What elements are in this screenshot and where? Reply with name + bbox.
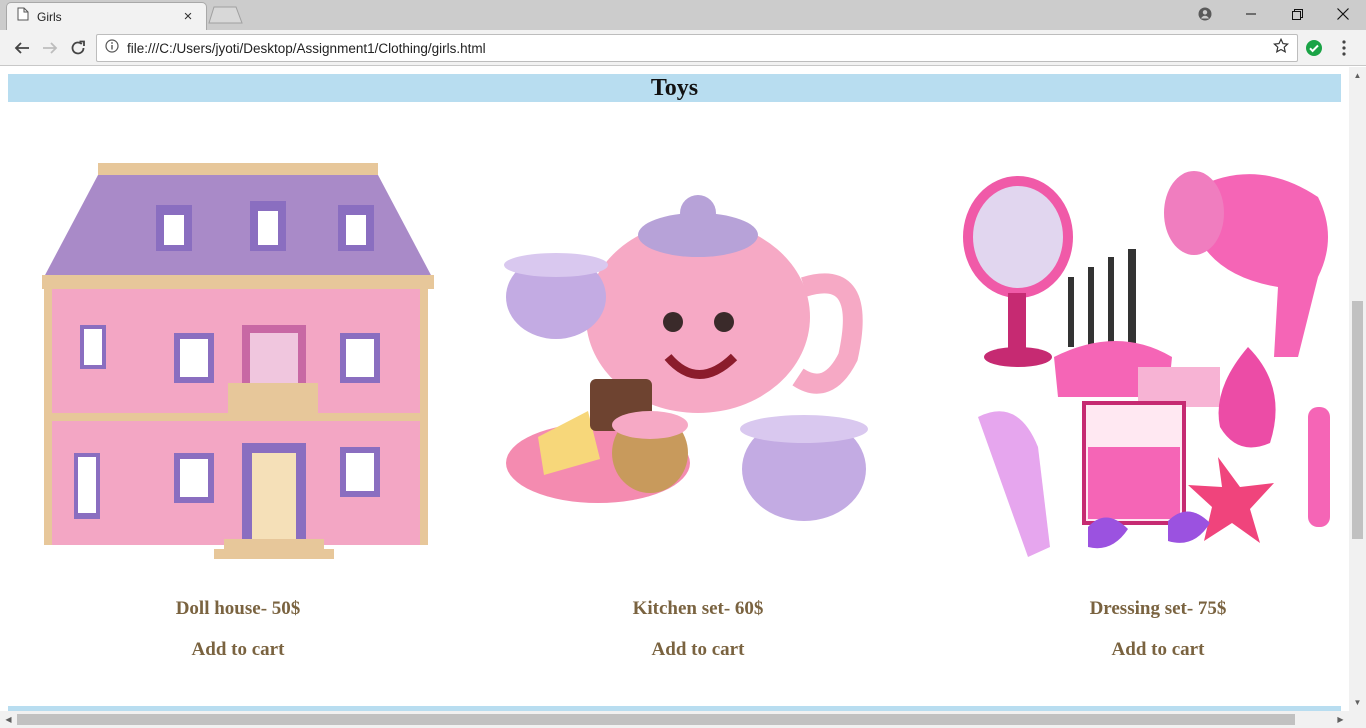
product-name: Kitchen set- 60$ [632, 598, 764, 619]
address-bar[interactable]: file:///C:/Users/jyoti/Desktop/Assignmen… [96, 34, 1298, 62]
account-icon[interactable] [1182, 0, 1228, 28]
horizontal-scroll-thumb[interactable] [17, 714, 1295, 725]
restore-button[interactable] [1274, 0, 1320, 28]
new-tab-button[interactable] [208, 6, 244, 24]
info-icon[interactable] [105, 38, 119, 58]
scroll-left-icon[interactable]: ◀ [0, 711, 17, 728]
url-text[interactable]: file:///C:/Users/jyoti/Desktop/Assignmen… [127, 41, 1273, 56]
product-card: Doll house- 50$ Add to cart [38, 157, 438, 660]
check-circle-icon[interactable] [1302, 36, 1326, 60]
horizontal-scrollbar[interactable]: ◀ ▶ [0, 711, 1366, 728]
vertical-scrollbar[interactable]: ▲ ▼ [1349, 67, 1366, 711]
vertical-scroll-thumb[interactable] [1352, 301, 1363, 539]
minimize-button[interactable] [1228, 0, 1274, 28]
product-name: Dressing set- 75$ [1089, 598, 1227, 619]
add-to-cart-button[interactable]: Add to cart [958, 639, 1349, 661]
page-viewport: Toys Doll house- 50$ Add to cart Kitchen… [0, 67, 1349, 711]
star-icon[interactable] [1273, 37, 1289, 59]
reload-icon[interactable] [66, 36, 90, 60]
scroll-down-icon[interactable]: ▼ [1349, 694, 1366, 711]
browser-toolbar: file:///C:/Users/jyoti/Desktop/Assignmen… [0, 30, 1366, 66]
back-arrow-icon[interactable] [10, 36, 34, 60]
product-name: Doll house- 50$ [175, 598, 301, 619]
close-icon[interactable]: × [180, 8, 196, 25]
kebab-menu-icon[interactable] [1332, 36, 1356, 60]
section-title: Toys [8, 74, 1341, 102]
page-icon [17, 7, 29, 26]
tab-title: Girls [37, 9, 62, 24]
dressing-set-image [963, 171, 1330, 557]
add-to-cart-button[interactable]: Add to cart [38, 639, 438, 661]
product-card: Kitchen set- 60$ Add to cart [498, 157, 898, 660]
kitchen-set-image [504, 195, 868, 521]
add-to-cart-button[interactable]: Add to cart [498, 639, 898, 661]
product-card: Dressing set- 75$ Add to cart [958, 157, 1349, 660]
tab-strip: Girls × [0, 0, 1366, 30]
scroll-up-icon[interactable]: ▲ [1349, 67, 1366, 84]
tab-girls[interactable]: Girls × [6, 2, 207, 30]
scroll-right-icon[interactable]: ▶ [1332, 711, 1349, 728]
forward-arrow-icon[interactable] [38, 36, 62, 60]
doll-house-image [42, 163, 434, 559]
window-close-button[interactable] [1320, 0, 1366, 28]
